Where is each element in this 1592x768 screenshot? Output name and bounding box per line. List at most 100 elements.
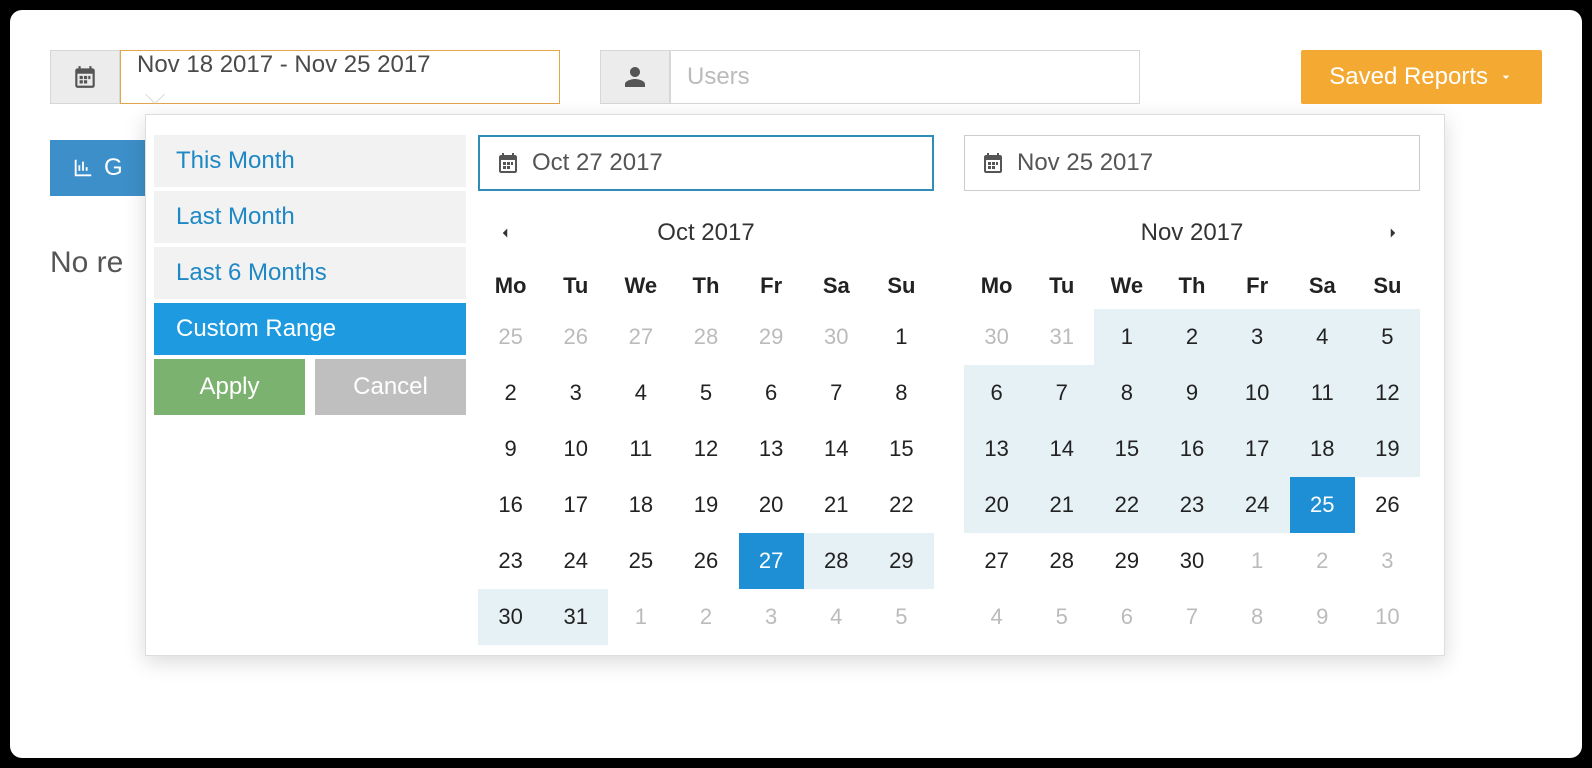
calendar-day[interactable]: 2 — [1159, 309, 1224, 365]
calendar-day[interactable]: 9 — [1159, 365, 1224, 421]
calendar-day[interactable]: 8 — [1225, 589, 1290, 645]
calendar-day[interactable]: 7 — [804, 365, 869, 421]
next-month-button[interactable] — [1372, 218, 1414, 248]
calendar-day[interactable]: 1 — [1094, 309, 1159, 365]
calendar-day[interactable]: 3 — [1225, 309, 1290, 365]
user-icon-button[interactable] — [600, 50, 670, 104]
calendar-day[interactable]: 15 — [869, 421, 934, 477]
calendar-day[interactable]: 20 — [964, 477, 1029, 533]
calendar-day[interactable]: 22 — [1094, 477, 1159, 533]
cancel-button[interactable]: Cancel — [315, 359, 466, 415]
calendar-day[interactable]: 30 — [1159, 533, 1224, 589]
prev-month-button[interactable] — [484, 218, 526, 248]
calendar-day[interactable]: 9 — [1290, 589, 1355, 645]
calendar-day[interactable]: 18 — [1290, 421, 1355, 477]
calendar-day[interactable]: 27 — [739, 533, 804, 589]
calendar-left-date-input[interactable]: Oct 27 2017 — [478, 135, 934, 191]
generate-report-button-partial[interactable]: G — [50, 140, 145, 196]
calendar-day[interactable]: 31 — [543, 589, 608, 645]
calendar-day[interactable]: 2 — [1290, 533, 1355, 589]
users-input[interactable]: Users — [670, 50, 1140, 104]
calendar-day[interactable]: 5 — [869, 589, 934, 645]
calendar-day[interactable]: 9 — [478, 421, 543, 477]
preset-this-month[interactable]: This Month — [154, 135, 466, 187]
calendar-day[interactable]: 26 — [1355, 477, 1420, 533]
preset-last-month[interactable]: Last Month — [154, 191, 466, 243]
calendar-day[interactable]: 27 — [608, 309, 673, 365]
calendar-day[interactable]: 24 — [543, 533, 608, 589]
calendar-day[interactable]: 4 — [964, 589, 1029, 645]
calendar-day[interactable]: 30 — [964, 309, 1029, 365]
calendar-day[interactable]: 27 — [964, 533, 1029, 589]
calendar-day[interactable]: 29 — [869, 533, 934, 589]
calendar-day[interactable]: 28 — [673, 309, 738, 365]
calendar-day[interactable]: 19 — [1355, 421, 1420, 477]
calendar-day[interactable]: 28 — [804, 533, 869, 589]
apply-button[interactable]: Apply — [154, 359, 305, 415]
calendar-day[interactable]: 16 — [1159, 421, 1224, 477]
calendar-day[interactable]: 21 — [804, 477, 869, 533]
calendar-icon-button[interactable] — [50, 50, 120, 104]
calendar-day[interactable]: 20 — [739, 477, 804, 533]
preset-custom-range[interactable]: Custom Range — [154, 303, 466, 355]
calendar-day[interactable]: 10 — [1355, 589, 1420, 645]
calendar-day[interactable]: 17 — [543, 477, 608, 533]
calendar-day[interactable]: 28 — [1029, 533, 1094, 589]
calendar-day[interactable]: 1 — [869, 309, 934, 365]
calendar-day[interactable]: 5 — [1029, 589, 1094, 645]
calendar-day[interactable]: 3 — [1355, 533, 1420, 589]
calendar-day[interactable]: 25 — [1290, 477, 1355, 533]
calendar-day[interactable]: 3 — [739, 589, 804, 645]
calendar-day[interactable]: 14 — [804, 421, 869, 477]
calendar-day[interactable]: 12 — [673, 421, 738, 477]
calendar-day[interactable]: 26 — [543, 309, 608, 365]
saved-reports-button[interactable]: Saved Reports — [1301, 50, 1542, 104]
calendar-day[interactable]: 4 — [804, 589, 869, 645]
calendar-day[interactable]: 18 — [608, 477, 673, 533]
calendar-day[interactable]: 3 — [543, 365, 608, 421]
calendar-day[interactable]: 15 — [1094, 421, 1159, 477]
calendar-day[interactable]: 8 — [1094, 365, 1159, 421]
calendar-day[interactable]: 11 — [608, 421, 673, 477]
calendar-day[interactable]: 29 — [1094, 533, 1159, 589]
calendar-right-date-input[interactable]: Nov 25 2017 — [964, 135, 1420, 191]
calendar-day[interactable]: 16 — [478, 477, 543, 533]
calendar-day[interactable]: 10 — [543, 421, 608, 477]
calendar-day[interactable]: 24 — [1225, 477, 1290, 533]
calendar-day[interactable]: 5 — [1355, 309, 1420, 365]
calendar-day[interactable]: 23 — [1159, 477, 1224, 533]
calendar-day[interactable]: 30 — [478, 589, 543, 645]
calendar-day[interactable]: 6 — [1094, 589, 1159, 645]
calendar-day[interactable]: 6 — [739, 365, 804, 421]
calendar-day[interactable]: 30 — [804, 309, 869, 365]
calendar-day[interactable]: 12 — [1355, 365, 1420, 421]
calendar-day[interactable]: 21 — [1029, 477, 1094, 533]
calendar-day[interactable]: 13 — [964, 421, 1029, 477]
calendar-day[interactable]: 14 — [1029, 421, 1094, 477]
calendar-day[interactable]: 31 — [1029, 309, 1094, 365]
calendar-day[interactable]: 10 — [1225, 365, 1290, 421]
preset-last-6-months[interactable]: Last 6 Months — [154, 247, 466, 299]
calendar-day[interactable]: 13 — [739, 421, 804, 477]
calendar-day[interactable]: 4 — [608, 365, 673, 421]
calendar-day[interactable]: 26 — [673, 533, 738, 589]
calendar-day[interactable]: 29 — [739, 309, 804, 365]
calendar-day[interactable]: 17 — [1225, 421, 1290, 477]
calendar-day[interactable]: 19 — [673, 477, 738, 533]
calendar-day[interactable]: 6 — [964, 365, 1029, 421]
calendar-day[interactable]: 22 — [869, 477, 934, 533]
calendar-day[interactable]: 1 — [1225, 533, 1290, 589]
calendar-day[interactable]: 23 — [478, 533, 543, 589]
calendar-day[interactable]: 8 — [869, 365, 934, 421]
calendar-day[interactable]: 2 — [478, 365, 543, 421]
calendar-day[interactable]: 2 — [673, 589, 738, 645]
calendar-day[interactable]: 5 — [673, 365, 738, 421]
calendar-day[interactable]: 4 — [1290, 309, 1355, 365]
calendar-day[interactable]: 7 — [1159, 589, 1224, 645]
calendar-day[interactable]: 11 — [1290, 365, 1355, 421]
date-range-input[interactable]: Nov 18 2017 - Nov 25 2017 — [120, 50, 560, 104]
calendar-day[interactable]: 25 — [478, 309, 543, 365]
calendar-day[interactable]: 25 — [608, 533, 673, 589]
calendar-day[interactable]: 7 — [1029, 365, 1094, 421]
calendar-day[interactable]: 1 — [608, 589, 673, 645]
